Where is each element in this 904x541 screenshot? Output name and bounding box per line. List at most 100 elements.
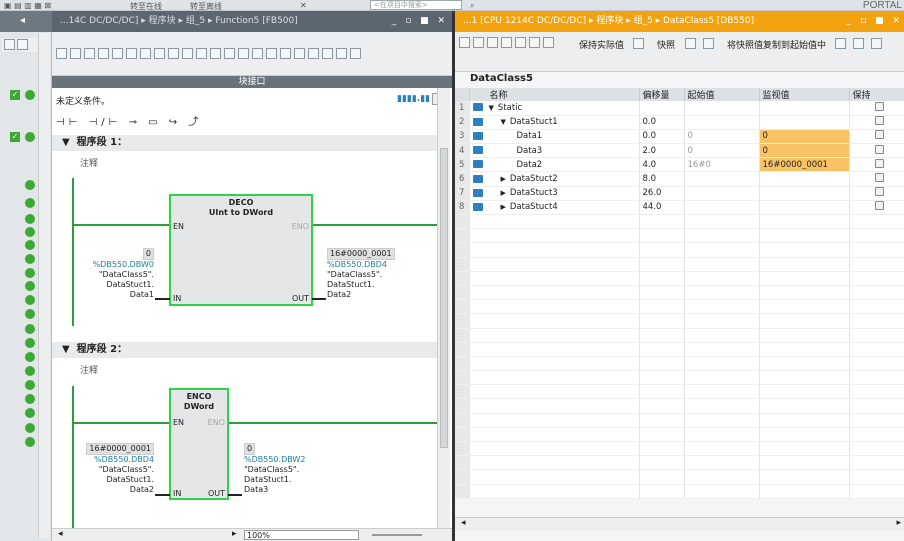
deco-out-operand[interactable]: 16#0000_0001 %DB550.DBD4 "DataClass5". D… (327, 248, 395, 300)
col-name[interactable]: 名称 (469, 88, 640, 101)
enco-instruction-box[interactable]: ENCO DWord EN ENO IN OUT (169, 388, 229, 500)
row-retain[interactable] (849, 200, 904, 216)
row-start-value[interactable] (684, 115, 760, 130)
scroll-left-icon[interactable]: ◂ (58, 529, 63, 539)
network-2-header[interactable]: ▼ 程序段 2： (52, 342, 437, 358)
tool-icon[interactable] (487, 37, 498, 48)
zoom-select[interactable]: 100% (244, 530, 359, 540)
db-row[interactable]: 3 Data1 0.0 0 0 (455, 129, 904, 145)
tool-icon[interactable] (308, 48, 319, 59)
tool-icon[interactable] (196, 48, 207, 59)
row-name[interactable]: Data2 (469, 157, 640, 173)
retain-checkbox[interactable] (874, 187, 884, 197)
tool-icon[interactable] (168, 48, 179, 59)
tool-icon[interactable] (56, 48, 67, 59)
row-name[interactable]: Data3 (469, 143, 640, 159)
row-monitor-value[interactable]: 0 (759, 129, 850, 145)
row-name[interactable]: ▶ DataStuct2 (469, 171, 640, 187)
search-icon[interactable]: ⌕ (470, 1, 474, 10)
row-retain[interactable] (849, 115, 904, 130)
expand-icon[interactable]: ▶ (501, 189, 506, 197)
retain-checkbox[interactable] (874, 173, 884, 183)
network-1-header[interactable]: ▼ 程序段 1： (52, 135, 437, 151)
tool-icon[interactable] (336, 48, 347, 59)
col-monitor[interactable]: 监视值 (759, 88, 850, 101)
col-retain[interactable]: 保持 (849, 88, 904, 101)
row-name[interactable]: ▼ DataStuct1 (469, 115, 640, 130)
tool-icon[interactable] (280, 48, 291, 59)
copy-snapshot-to-start-button[interactable]: 将快照值复制到起始值中 (727, 38, 826, 51)
keep-actual-values-button[interactable]: 保持实际值 (579, 38, 624, 51)
expand-icon[interactable]: ▼ (501, 118, 506, 126)
tool-icon[interactable] (294, 48, 305, 59)
row-start-value[interactable] (684, 200, 760, 216)
db-row[interactable]: 1 ▼ Static (455, 101, 904, 116)
enco-out-operand[interactable]: 0 %DB550.DBW2 "DataClass5". DataStuct1. … (244, 443, 305, 495)
retain-checkbox[interactable] (874, 130, 884, 140)
db-row[interactable]: 7 ▶ DataStuct3 26.0 (455, 186, 904, 201)
row-start-value[interactable]: 0 (684, 129, 760, 145)
tool-icon[interactable] (529, 37, 540, 48)
view-icon[interactable] (4, 39, 15, 50)
row-monitor-value[interactable]: 16#0000_0001 (759, 157, 850, 173)
retain-checkbox[interactable] (874, 144, 884, 154)
favorites-icon[interactable]: ▮▮▮▮.▮▮ (397, 94, 430, 104)
editor-horizontal-scrollbar[interactable]: ◂ ▸ 100% (52, 528, 452, 541)
tool-icon[interactable] (224, 48, 235, 59)
expand-icon[interactable]: ▶ (501, 175, 506, 183)
strip-scrollbar[interactable] (38, 33, 50, 538)
tool-icon[interactable] (473, 37, 484, 48)
tool-icon[interactable] (266, 48, 277, 59)
db-row[interactable]: 2 ▼ DataStuct1 0.0 (455, 115, 904, 130)
row-monitor-value[interactable] (759, 186, 850, 201)
tool-icon[interactable] (252, 48, 263, 59)
row-retain[interactable] (849, 157, 904, 173)
tool-icon[interactable] (501, 37, 512, 48)
ladder-elements-bar[interactable]: ⊣⊢ ⊣/⊢ ⊸ ▭ ↪ ⤴ (56, 113, 202, 128)
go-offline-button[interactable]: 转至离线 (190, 1, 222, 11)
tool-icon[interactable] (112, 48, 123, 59)
retain-checkbox[interactable] (874, 201, 884, 211)
row-retain[interactable] (849, 186, 904, 201)
db-row[interactable]: 5 Data2 4.0 16#0 16#0000_0001 (455, 157, 904, 173)
tool-icon[interactable] (350, 48, 361, 59)
col-offset[interactable]: 偏移量 (639, 88, 685, 101)
row-retain[interactable] (849, 101, 904, 116)
close-icon[interactable]: ✕ (300, 1, 307, 10)
block-interface-header[interactable]: 块接口 (52, 76, 452, 88)
zoom-slider[interactable] (372, 534, 422, 536)
row-monitor-value[interactable] (759, 171, 850, 187)
retain-checkbox[interactable] (874, 116, 884, 126)
editor-vertical-scrollbar[interactable] (437, 88, 450, 528)
tool-icon[interactable] (238, 48, 249, 59)
row-start-value[interactable] (684, 101, 760, 116)
tool-icon[interactable] (210, 48, 221, 59)
db-horizontal-scrollbar[interactable]: ◂ ▸ (455, 517, 904, 531)
db-row[interactable]: 6 ▶ DataStuct2 8.0 (455, 171, 904, 187)
snapshot-button[interactable]: 快照 (657, 38, 675, 51)
row-name[interactable]: Data1 (469, 129, 640, 145)
tool-icon[interactable] (322, 48, 333, 59)
tool-icon[interactable] (140, 48, 151, 59)
network-1-comment[interactable]: 注释 (80, 156, 98, 169)
row-start-value[interactable]: 0 (684, 143, 760, 159)
snapshot-icon[interactable] (633, 38, 644, 49)
tool-icon[interactable] (515, 37, 526, 48)
deco-in-operand[interactable]: 0 %DB550.DBW0 "DataClass5". DataStuct1. … (82, 248, 154, 300)
tool-icon[interactable] (84, 48, 95, 59)
row-name[interactable]: ▶ DataStuct4 (469, 200, 640, 216)
row-monitor-value[interactable] (759, 115, 850, 130)
copy2-icon[interactable] (703, 38, 714, 49)
row-retain[interactable] (849, 171, 904, 187)
deco-instruction-box[interactable]: DECO UInt to DWord EN ENO IN OUT (169, 194, 313, 306)
go-online-button[interactable]: 转至在线 (130, 1, 162, 11)
retain-checkbox[interactable] (874, 101, 884, 111)
tool-icon[interactable] (154, 48, 165, 59)
collapse-icon[interactable]: ◂ (20, 15, 25, 26)
row-name[interactable]: ▶ DataStuct3 (469, 186, 640, 201)
network-2-comment[interactable]: 注释 (80, 363, 98, 376)
tool-icon[interactable] (543, 37, 554, 48)
tool-icon[interactable] (98, 48, 109, 59)
tool-icon[interactable] (871, 38, 882, 49)
row-retain[interactable] (849, 143, 904, 159)
